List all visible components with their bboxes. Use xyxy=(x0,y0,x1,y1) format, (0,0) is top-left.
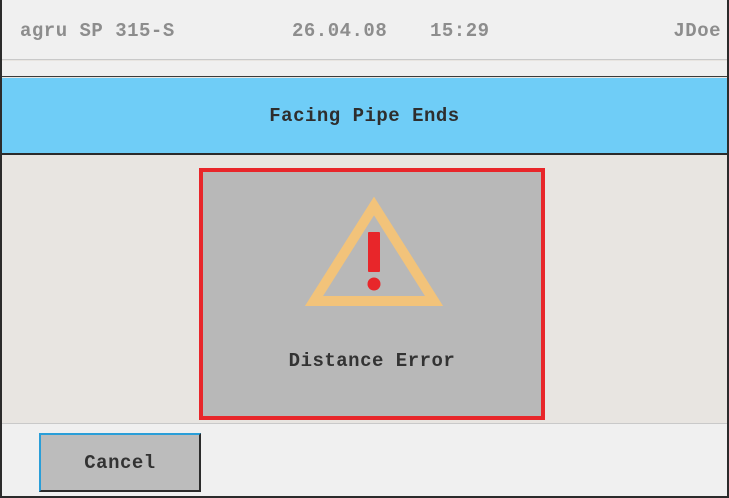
header-divider-strip xyxy=(2,61,727,77)
error-dialog: Distance Error xyxy=(199,168,545,420)
machine-name: agru SP 315-S xyxy=(20,20,175,42)
status-time: 15:29 xyxy=(430,20,490,42)
error-message: Distance Error xyxy=(288,350,456,372)
title-bar: Facing Pipe Ends xyxy=(2,78,727,155)
exclamation-bar xyxy=(368,232,380,272)
cancel-button[interactable]: Cancel xyxy=(39,433,201,492)
status-user: JDoe xyxy=(673,20,721,42)
exclamation-dot xyxy=(367,277,381,291)
machine-screen: agru SP 315-S 26.04.08 15:29 JDoe Facing… xyxy=(0,0,729,498)
status-bar: agru SP 315-S 26.04.08 15:29 JDoe xyxy=(2,0,727,60)
page-title: Facing Pipe Ends xyxy=(269,104,460,127)
status-date: 26.04.08 xyxy=(292,20,388,42)
bottom-bar: Cancel xyxy=(2,423,727,496)
warning-triangle-icon xyxy=(304,196,444,306)
